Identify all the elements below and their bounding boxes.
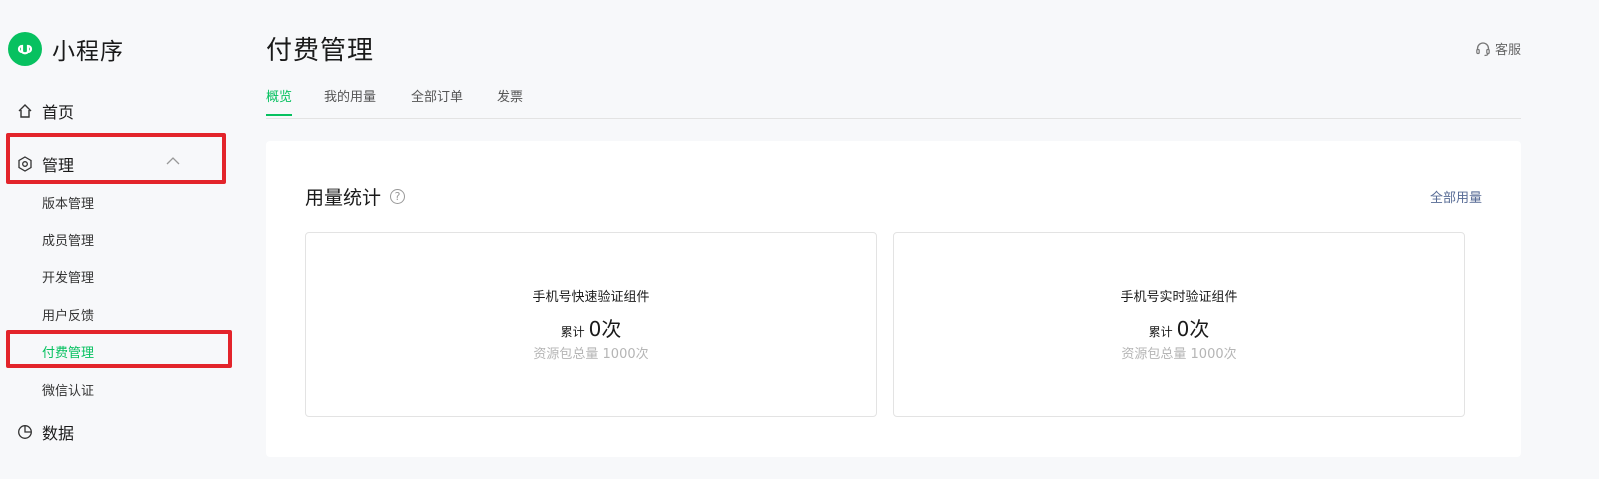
panel-title: 用量统计 ? bbox=[305, 183, 406, 210]
usage-card-realtime-verify: 手机号实时验证组件 累计 0次 资源包总量 1000次 bbox=[893, 232, 1465, 417]
headset-icon bbox=[1476, 41, 1490, 56]
sidebar-item-data[interactable]: 数据 bbox=[16, 420, 74, 444]
data-pie-icon bbox=[16, 423, 34, 441]
sidebar: 小程序 首页 管理 版本管理 成员管理 开发管理 用户反馈 付费管理 微信认证 … bbox=[0, 0, 240, 479]
card-total: 资源包总量 1000次 bbox=[1121, 347, 1237, 362]
card-count-label: 累计 bbox=[560, 325, 585, 339]
miniprogram-logo-icon bbox=[8, 32, 42, 66]
brand[interactable]: 小程序 bbox=[8, 32, 124, 66]
usage-card-quick-verify: 手机号快速验证组件 累计 0次 资源包总量 1000次 bbox=[305, 232, 877, 417]
tab-my-usage[interactable]: 我的用量 bbox=[324, 86, 376, 114]
customer-service-label: 客服 bbox=[1494, 43, 1521, 58]
tab-bar: 概览 我的用量 全部订单 发票 bbox=[266, 86, 1521, 119]
all-usage-link[interactable]: 全部用量 bbox=[1430, 187, 1482, 206]
tab-invoice[interactable]: 发票 bbox=[497, 86, 523, 114]
sidebar-subitem-feedback[interactable]: 用户反馈 bbox=[42, 305, 94, 324]
card-count: 累计 0次 bbox=[306, 313, 876, 342]
sidebar-subitem-development[interactable]: 开发管理 bbox=[42, 267, 94, 286]
sidebar-item-label: 数据 bbox=[42, 424, 75, 443]
sidebar-item-home[interactable]: 首页 bbox=[16, 99, 74, 123]
card-count-value: 0次 bbox=[1176, 317, 1210, 341]
tab-all-orders[interactable]: 全部订单 bbox=[411, 86, 463, 114]
highlight-box-manage bbox=[6, 133, 226, 184]
card-name: 手机号快速验证组件 bbox=[532, 290, 650, 305]
card-total: 资源包总量 1000次 bbox=[533, 347, 649, 362]
sidebar-subitem-members[interactable]: 成员管理 bbox=[42, 230, 94, 249]
card-count-value: 0次 bbox=[588, 317, 622, 341]
sidebar-subitem-version[interactable]: 版本管理 bbox=[42, 193, 94, 212]
brand-name: 小程序 bbox=[52, 39, 124, 65]
tab-overview[interactable]: 概览 bbox=[266, 86, 293, 116]
card-count: 累计 0次 bbox=[894, 313, 1464, 342]
sidebar-item-label: 首页 bbox=[42, 103, 75, 122]
usage-stats-panel: 用量统计 ? 全部用量 手机号快速验证组件 累计 0次 资源包总量 1000次 手… bbox=[266, 141, 1521, 457]
card-count-label: 累计 bbox=[1148, 325, 1173, 339]
panel-title-label: 用量统计 bbox=[305, 187, 382, 209]
page-title: 付费管理 bbox=[266, 36, 375, 66]
customer-service-button[interactable]: 客服 bbox=[1475, 39, 1521, 58]
highlight-box-payment bbox=[6, 330, 232, 368]
help-icon[interactable]: ? bbox=[390, 189, 406, 204]
home-icon bbox=[16, 102, 34, 120]
card-name: 手机号实时验证组件 bbox=[1120, 290, 1238, 305]
sidebar-subitem-wechat-verify[interactable]: 微信认证 bbox=[42, 380, 94, 399]
